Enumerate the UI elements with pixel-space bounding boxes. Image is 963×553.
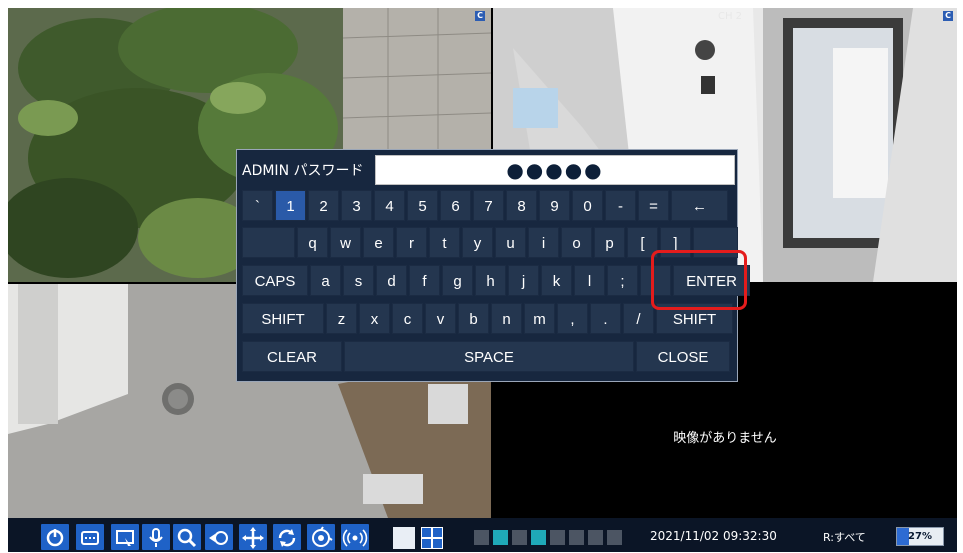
datetime-display: 2021/11/02 09:32:30 bbox=[650, 529, 777, 543]
key-t[interactable]: t bbox=[429, 227, 460, 258]
key-2[interactable]: 2 bbox=[308, 190, 339, 221]
key-z[interactable]: z bbox=[326, 303, 357, 334]
key-1[interactable]: 1 bbox=[275, 190, 306, 221]
key-v[interactable]: v bbox=[425, 303, 456, 334]
key-y[interactable]: y bbox=[462, 227, 493, 258]
power-button[interactable] bbox=[41, 524, 69, 550]
audio-status-icon bbox=[531, 530, 546, 545]
timer-status-icon bbox=[512, 530, 527, 545]
key-8[interactable]: 8 bbox=[506, 190, 537, 221]
password-label: ADMIN パスワード bbox=[242, 163, 364, 179]
key-x[interactable]: x bbox=[359, 303, 390, 334]
key-q[interactable]: q bbox=[297, 227, 328, 258]
playback-icon bbox=[209, 531, 228, 545]
key-shift[interactable]: SHIFT bbox=[242, 303, 324, 334]
key-h[interactable]: h bbox=[475, 265, 506, 296]
osd-button[interactable] bbox=[76, 524, 104, 550]
camera-2-badge: C bbox=[943, 11, 953, 21]
microphone-icon bbox=[149, 528, 163, 547]
key-c[interactable]: c bbox=[392, 303, 423, 334]
schedule-status-icon bbox=[493, 530, 508, 545]
backup-status-icon bbox=[588, 530, 603, 545]
key-semicolon[interactable]: ; bbox=[607, 265, 638, 296]
key-space[interactable]: SPACE bbox=[344, 341, 634, 372]
ptz-move-button[interactable] bbox=[239, 524, 267, 550]
key-i[interactable]: i bbox=[528, 227, 559, 258]
sequence-button[interactable] bbox=[307, 524, 335, 550]
password-input[interactable]: ●●●●● bbox=[375, 155, 735, 185]
hdd-status-icon bbox=[569, 530, 584, 545]
key-9[interactable]: 9 bbox=[539, 190, 570, 221]
key-caps[interactable]: CAPS bbox=[242, 265, 308, 296]
rotate-button[interactable] bbox=[273, 524, 301, 550]
key-r[interactable]: r bbox=[396, 227, 427, 258]
taskbar: 2021/11/02 09:32:30 R:すべて 27% bbox=[8, 518, 957, 552]
key-6[interactable]: 6 bbox=[440, 190, 471, 221]
key-clear[interactable]: CLEAR bbox=[242, 341, 342, 372]
key-u[interactable]: u bbox=[495, 227, 526, 258]
key-f[interactable]: f bbox=[409, 265, 440, 296]
recording-status: R:すべて bbox=[823, 531, 866, 544]
key-7[interactable]: 7 bbox=[473, 190, 504, 221]
key-period[interactable]: . bbox=[590, 303, 621, 334]
alarm-icon bbox=[342, 529, 368, 547]
key-w[interactable]: w bbox=[330, 227, 361, 258]
key-minus[interactable]: - bbox=[605, 190, 636, 221]
key-l[interactable]: l bbox=[574, 265, 605, 296]
playback-button[interactable] bbox=[205, 524, 233, 550]
key-blank[interactable] bbox=[242, 227, 295, 258]
rotate-icon bbox=[278, 529, 296, 547]
network-status-icon bbox=[474, 530, 489, 545]
password-row: ADMIN パスワード ●●●●● bbox=[239, 154, 735, 185]
disk-usage-text: 27% bbox=[908, 531, 932, 542]
power-icon bbox=[46, 529, 64, 547]
key-e[interactable]: e bbox=[363, 227, 394, 258]
disk-usage-meter: 27% bbox=[896, 527, 944, 546]
camera-2-label: CH 2 bbox=[718, 11, 743, 22]
key-3[interactable]: 3 bbox=[341, 190, 372, 221]
enter-key-highlight bbox=[651, 250, 747, 310]
screen-select-icon bbox=[116, 530, 134, 546]
camera-1-badge: C bbox=[475, 11, 485, 21]
key-n[interactable]: n bbox=[491, 303, 522, 334]
key-k[interactable]: k bbox=[541, 265, 572, 296]
search-button[interactable] bbox=[173, 524, 201, 550]
key-backspace[interactable]: ← bbox=[671, 190, 728, 221]
sync-status-icon bbox=[607, 530, 622, 545]
no-signal-message: 映像がありません bbox=[673, 431, 777, 446]
key-s[interactable]: s bbox=[343, 265, 374, 296]
quad-view-icon[interactable] bbox=[421, 527, 443, 549]
alarm-status-icon bbox=[550, 530, 565, 545]
key-p[interactable]: p bbox=[594, 227, 625, 258]
osd-icon bbox=[81, 531, 99, 545]
key-b[interactable]: b bbox=[458, 303, 489, 334]
key-slash[interactable]: / bbox=[623, 303, 654, 334]
key-0[interactable]: 0 bbox=[572, 190, 603, 221]
key-backtick[interactable]: ` bbox=[242, 190, 273, 221]
key-close[interactable]: CLOSE bbox=[636, 341, 730, 372]
key-d[interactable]: d bbox=[376, 265, 407, 296]
key-m[interactable]: m bbox=[524, 303, 555, 334]
key-a[interactable]: a bbox=[310, 265, 341, 296]
alarm-button[interactable] bbox=[341, 524, 369, 550]
key-4[interactable]: 4 bbox=[374, 190, 405, 221]
ptz-move-icon bbox=[242, 527, 264, 549]
microphone-button[interactable] bbox=[142, 524, 170, 550]
key-j[interactable]: j bbox=[508, 265, 539, 296]
search-icon bbox=[177, 528, 197, 548]
key-equals[interactable]: = bbox=[638, 190, 669, 221]
key-g[interactable]: g bbox=[442, 265, 473, 296]
screen-select-button[interactable] bbox=[111, 524, 139, 550]
key-comma[interactable]: , bbox=[557, 303, 588, 334]
single-view-icon[interactable] bbox=[393, 527, 415, 549]
key-5[interactable]: 5 bbox=[407, 190, 438, 221]
key-o[interactable]: o bbox=[561, 227, 592, 258]
sequence-icon bbox=[312, 526, 333, 547]
